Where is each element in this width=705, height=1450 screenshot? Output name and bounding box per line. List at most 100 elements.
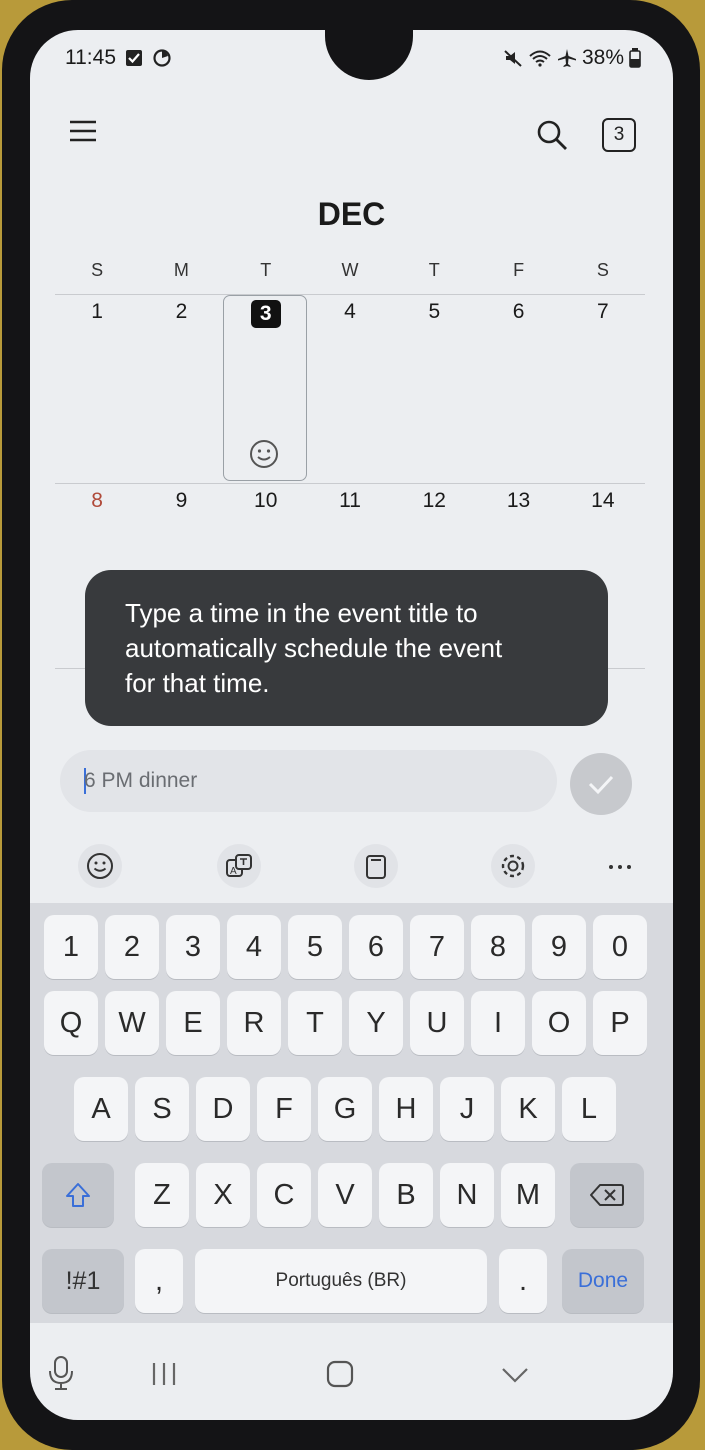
today-number: 3 bbox=[613, 124, 625, 145]
key-y[interactable]: Y bbox=[349, 991, 403, 1055]
key-0[interactable]: 0 bbox=[593, 915, 647, 979]
mic-icon[interactable] bbox=[46, 1355, 76, 1396]
translate-icon[interactable]: A bbox=[217, 844, 261, 888]
weekday-label: S bbox=[596, 260, 609, 280]
airplane-icon bbox=[557, 48, 577, 68]
time-hint-tooltip: Type a time in the event title to automa… bbox=[85, 570, 608, 726]
weekday-label: T bbox=[428, 260, 440, 280]
tooltip-line: for that time. bbox=[125, 668, 270, 698]
svg-text:A: A bbox=[230, 866, 237, 877]
calendar-day[interactable]: 4 bbox=[308, 300, 392, 330]
smiley-icon bbox=[248, 438, 280, 475]
battery-percent: 38% bbox=[581, 46, 624, 69]
key-o[interactable]: O bbox=[532, 991, 586, 1055]
settings-icon[interactable] bbox=[491, 844, 535, 888]
key-q[interactable]: Q bbox=[44, 991, 98, 1055]
key-c[interactable]: C bbox=[257, 1163, 311, 1227]
key-e[interactable]: E bbox=[166, 991, 220, 1055]
month-title: DEC bbox=[317, 196, 386, 232]
tooltip-line: automatically schedule the event bbox=[125, 633, 503, 663]
backspace-icon bbox=[589, 1182, 625, 1208]
key-j[interactable]: J bbox=[440, 1077, 494, 1141]
status-time: 11:45 bbox=[65, 46, 116, 69]
calendar-day[interactable]: 10 bbox=[224, 489, 308, 519]
calendar-day[interactable]: 2 bbox=[139, 300, 223, 330]
calendar-day[interactable]: 12 bbox=[392, 489, 476, 519]
key-z[interactable]: Z bbox=[135, 1163, 189, 1227]
more-icon[interactable] bbox=[598, 844, 642, 888]
home-icon[interactable] bbox=[326, 1360, 354, 1393]
key-7[interactable]: 7 bbox=[410, 915, 464, 979]
key-6[interactable]: 6 bbox=[349, 915, 403, 979]
calendar-day[interactable]: 13 bbox=[476, 489, 560, 519]
screen: 11:45 38% 3 DEC S M T W T F S 1 2 3 4 5 … bbox=[30, 30, 673, 1420]
symbols-key[interactable]: !#1 bbox=[42, 1249, 124, 1313]
calendar-day[interactable]: 9 bbox=[139, 489, 223, 519]
tooltip-line: Type a time in the event title to bbox=[125, 598, 478, 628]
week-row-1: 1 2 3 4 5 6 7 bbox=[55, 300, 645, 330]
calendar-day[interactable]: 6 bbox=[476, 300, 560, 330]
key-h[interactable]: H bbox=[379, 1077, 433, 1141]
keyboard: 1 2 3 4 5 6 7 8 9 0 Q W E R T Y U I O P … bbox=[30, 903, 673, 1323]
key-w[interactable]: W bbox=[105, 991, 159, 1055]
recents-icon[interactable] bbox=[150, 1360, 180, 1393]
key-i[interactable]: I bbox=[471, 991, 525, 1055]
calendar-day[interactable]: 1 bbox=[55, 300, 139, 330]
key-1[interactable]: 1 bbox=[44, 915, 98, 979]
calendar-day[interactable]: 11 bbox=[308, 489, 392, 519]
week-divider bbox=[55, 483, 645, 484]
key-b[interactable]: B bbox=[379, 1163, 433, 1227]
calendar-day[interactable]: 5 bbox=[392, 300, 476, 330]
calendar-day[interactable]: 7 bbox=[561, 300, 645, 330]
key-9[interactable]: 9 bbox=[532, 915, 586, 979]
calendar-day[interactable]: 14 bbox=[561, 489, 645, 519]
key-f[interactable]: F bbox=[257, 1077, 311, 1141]
week-divider bbox=[55, 294, 645, 295]
key-d[interactable]: D bbox=[196, 1077, 250, 1141]
period-key[interactable]: . bbox=[499, 1249, 547, 1313]
key-s[interactable]: S bbox=[135, 1077, 189, 1141]
key-r[interactable]: R bbox=[227, 991, 281, 1055]
today-button[interactable]: 3 bbox=[602, 118, 636, 152]
key-l[interactable]: L bbox=[562, 1077, 616, 1141]
key-4[interactable]: 4 bbox=[227, 915, 281, 979]
hide-keyboard-icon[interactable] bbox=[500, 1365, 530, 1390]
menu-icon[interactable] bbox=[68, 116, 98, 146]
mute-icon bbox=[503, 48, 523, 68]
key-u[interactable]: U bbox=[410, 991, 464, 1055]
key-8[interactable]: 8 bbox=[471, 915, 525, 979]
key-n[interactable]: N bbox=[440, 1163, 494, 1227]
backspace-key[interactable] bbox=[570, 1163, 644, 1227]
clipboard-icon[interactable] bbox=[354, 844, 398, 888]
key-m[interactable]: M bbox=[501, 1163, 555, 1227]
weekday-label: F bbox=[513, 260, 525, 280]
key-v[interactable]: V bbox=[318, 1163, 372, 1227]
navigation-bar bbox=[30, 1335, 673, 1415]
key-2[interactable]: 2 bbox=[105, 915, 159, 979]
weekday-label: M bbox=[173, 260, 189, 280]
emoji-icon[interactable] bbox=[78, 844, 122, 888]
shift-icon bbox=[63, 1180, 93, 1210]
space-key[interactable]: Português (BR) bbox=[195, 1249, 487, 1313]
key-k[interactable]: K bbox=[501, 1077, 555, 1141]
key-3[interactable]: 3 bbox=[166, 915, 220, 979]
event-title-input[interactable]: 6 PM dinner bbox=[60, 750, 557, 812]
shift-key[interactable] bbox=[42, 1163, 114, 1227]
key-x[interactable]: X bbox=[196, 1163, 250, 1227]
save-event-button[interactable] bbox=[570, 753, 632, 815]
key-t[interactable]: T bbox=[288, 991, 342, 1055]
phone-frame: 11:45 38% 3 DEC S M T W T F S 1 2 3 4 5 … bbox=[2, 0, 700, 1450]
keyboard-toolbar: A bbox=[30, 830, 673, 902]
key-5[interactable]: 5 bbox=[288, 915, 342, 979]
key-a[interactable]: A bbox=[74, 1077, 128, 1141]
search-icon[interactable] bbox=[535, 118, 569, 157]
key-p[interactable]: P bbox=[593, 991, 647, 1055]
done-key[interactable]: Done bbox=[562, 1249, 644, 1313]
weekday-label: W bbox=[341, 260, 359, 280]
comma-key[interactable]: , bbox=[135, 1249, 183, 1313]
week-row-2: 8 9 10 11 12 13 14 bbox=[55, 489, 645, 519]
calendar-day-today[interactable]: 3 bbox=[224, 300, 308, 330]
calendar-day[interactable]: 8 bbox=[55, 489, 139, 519]
timer-notification-icon bbox=[152, 48, 172, 68]
key-g[interactable]: G bbox=[318, 1077, 372, 1141]
